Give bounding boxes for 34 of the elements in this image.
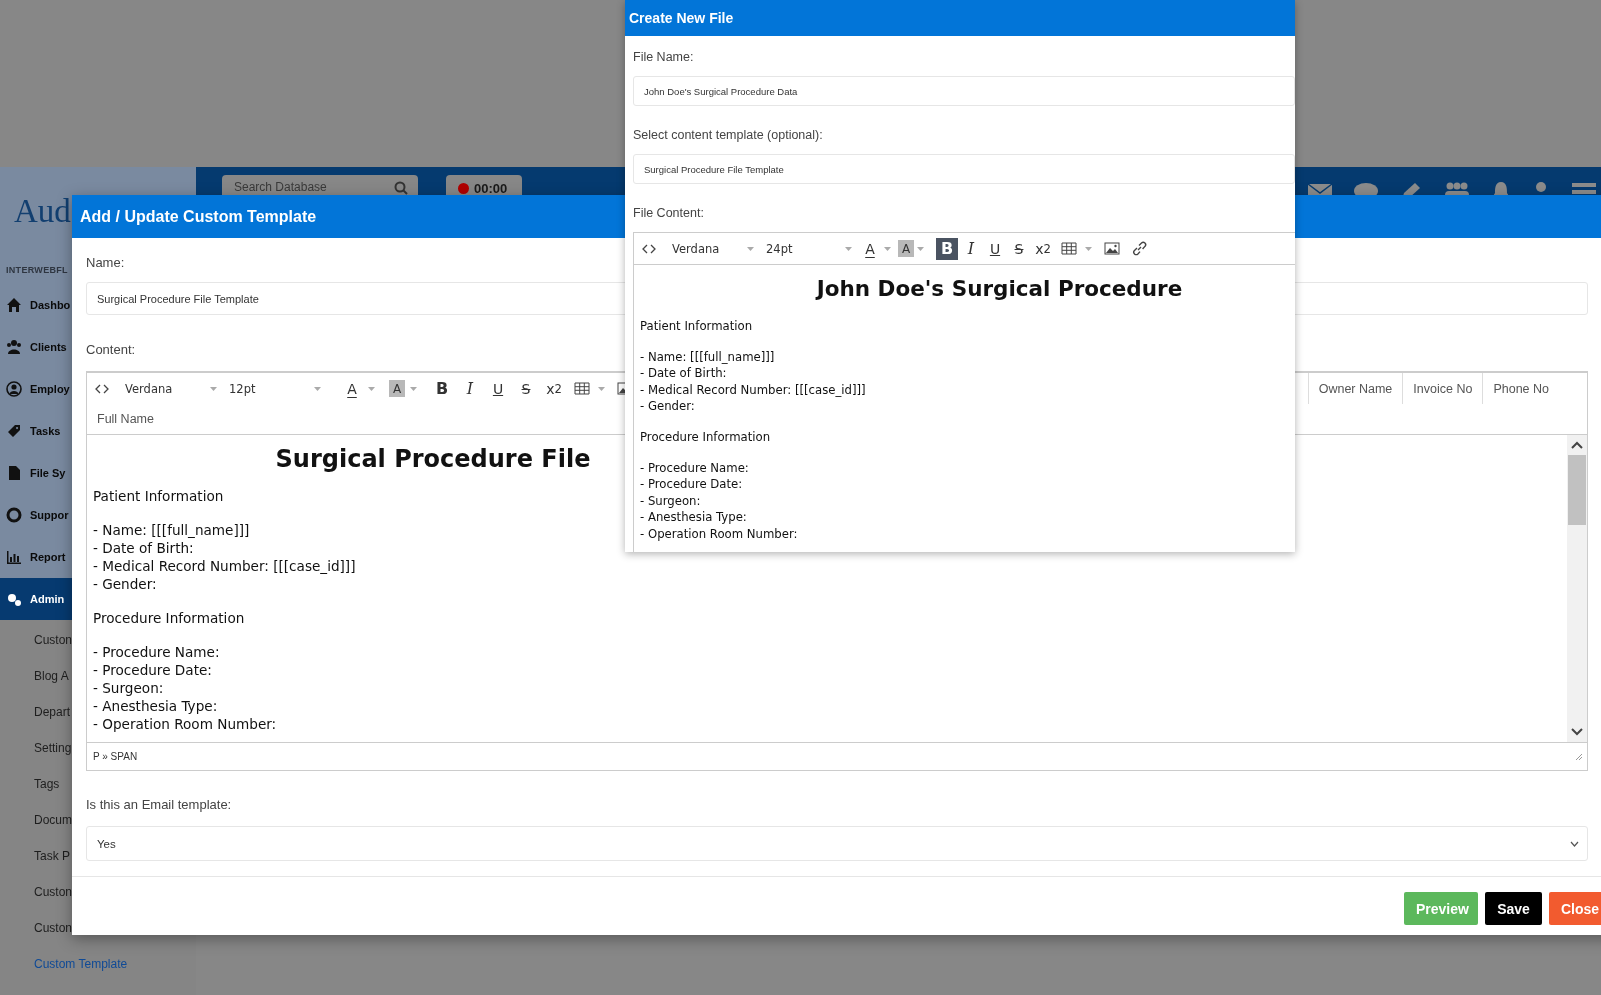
field-label: Content: (86, 342, 136, 357)
document-line: - Name: [[[full_name]]] (93, 521, 250, 539)
document-line: - Procedure Date: (640, 476, 743, 493)
document-line: - Anesthesia Type: (93, 697, 218, 715)
field-label: Select content template (optional): (633, 128, 823, 142)
document-line: - Gender: (93, 575, 157, 593)
section-title: Procedure Information (93, 609, 245, 627)
section-title: Patient Information (640, 318, 753, 335)
document-line: - Procedure Name: (640, 459, 749, 477)
document-line: - Operation Room Number: (640, 525, 798, 543)
document-line: - Date of Birth: (640, 365, 727, 382)
field-label: File Name: (633, 50, 694, 64)
document-line: - Date of Birth: (93, 539, 194, 557)
field-label: Name: (86, 255, 125, 270)
element-path: P » SPAN (93, 751, 138, 762)
field-label: Is this an Email template: (86, 797, 232, 812)
document-heading: Surgical Procedure File (275, 444, 591, 475)
document-line: - Medical Record Number: [[[case_id]]] (93, 557, 356, 575)
app-logo: Aud (14, 192, 71, 230)
section-title: Procedure Information (640, 428, 771, 446)
document-line: - Operation Room Number: (93, 715, 277, 733)
document-line: - Procedure Name: (93, 643, 220, 661)
document-line: - Anesthesia Type: (640, 509, 747, 526)
document-line: - Procedure Date: (93, 661, 212, 679)
dialog-title: Add / Update Custom Template (80, 207, 317, 226)
section-title: Patient Information (93, 487, 224, 505)
field-label: File Content: (633, 206, 704, 220)
document-line: - Medical Record Number: [[[case_id]]] (640, 381, 866, 399)
document-line: - Name: [[[full_name]]] (640, 348, 775, 366)
dialog-title: Create New File (629, 10, 734, 26)
document-line: - Gender: (640, 398, 695, 415)
document-heading: John Doe's Surgical Procedure (814, 275, 1184, 303)
document-line: - Surgeon: (640, 492, 701, 510)
document-line: - Surgeon: (93, 679, 164, 697)
